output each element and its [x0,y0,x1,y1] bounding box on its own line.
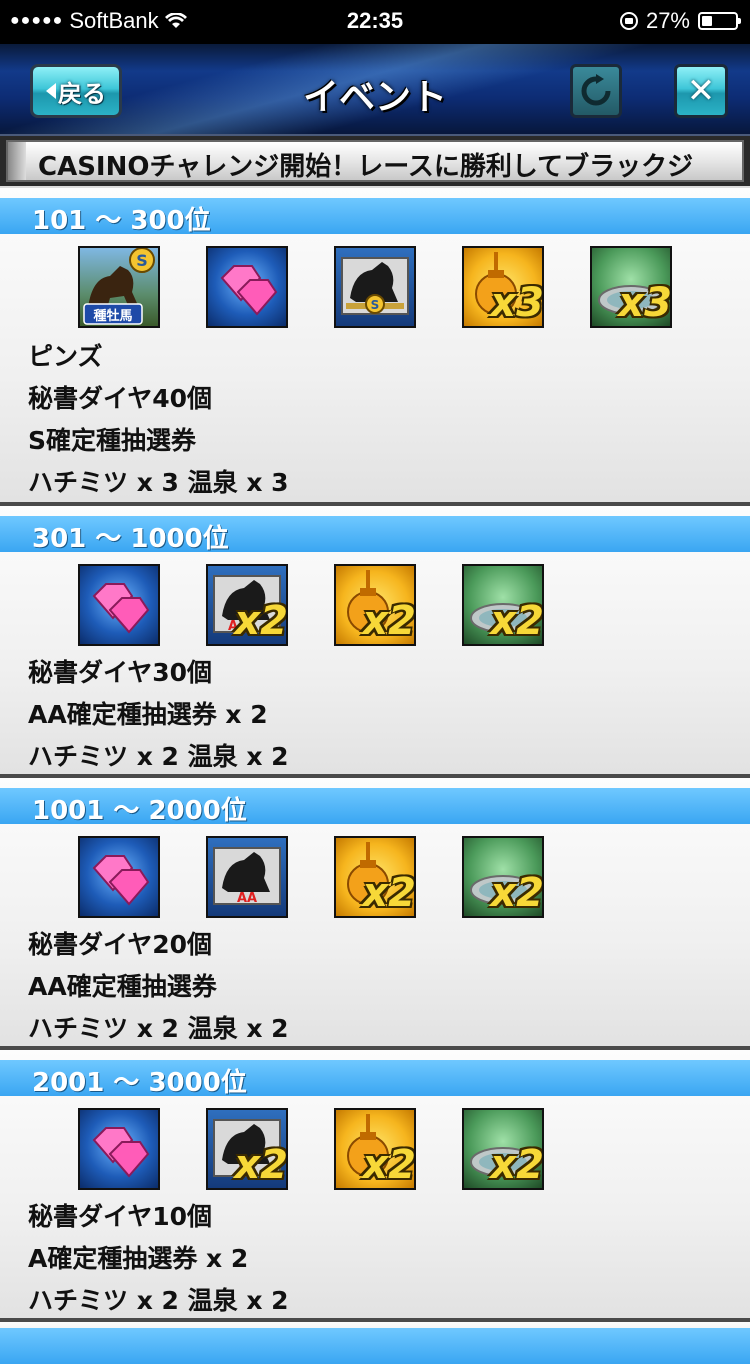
battery-percent: 27% [645,8,690,33]
svg-text:種牡馬: 種牡馬 [93,308,132,324]
tier-header: 301 〜 1000位 [0,516,750,554]
tier-range: 2001 〜 3000位 [32,1068,247,1098]
status-bar: ●●●●● SoftBank 22:35 27% [0,0,750,44]
reward-tier: 101 〜 300位 S 種牡馬 S x3 x3 ピンズ 秘書ダイヤ40個 S確… [0,188,750,506]
reward-item: ハチミツ x 2 温泉 x 2 [28,1286,289,1315]
reward-items: 秘書ダイヤ10個 A確定種抽選券 x 2 ハチミツ x 2 温泉 x 2 [28,1196,289,1322]
reward-tier: 1001 〜 2000位 AA x2 x2 秘書ダイヤ20個 AA確定種抽選券 … [0,778,750,1050]
reward-items: 秘書ダイヤ30個 AA確定種抽選券 x 2 ハチミツ x 2 温泉 x 2 [28,652,289,778]
tier-range: 101 〜 300位 [32,206,211,236]
diamond-icon [78,1108,160,1190]
honey-icon: x2 [334,564,416,646]
reward-items: 秘書ダイヤ20個 AA確定種抽選券 ハチミツ x 2 温泉 x 2 [28,924,289,1050]
svg-text:AA: AA [237,891,257,906]
onsen-multiplier: x2 [490,598,544,644]
diamond-icon [78,836,160,918]
refresh-button[interactable] [570,64,622,118]
reward-item: 秘書ダイヤ20個 [28,930,213,959]
reward-tier: 301 〜 1000位 AA x2 x2 x2 秘書ダイヤ30個 AA確定種抽選… [0,506,750,778]
close-button[interactable]: ✕ [674,64,728,118]
tier-header: 2001 〜 3000位 [0,1060,750,1098]
reward-tier: 2001 〜 3000位 A x2 x2 x2 秘書ダイヤ10個 A確定種抽選券… [0,1050,750,1322]
s-ticket-icon: S [334,246,416,328]
onsen-icon: x3 [590,246,672,328]
tier-header [0,1328,750,1364]
reward-item: ハチミツ x 3 温泉 x 3 [28,468,289,497]
reward-items: ピンズ 秘書ダイヤ40個 S確定種抽選券 ハチミツ x 3 温泉 x 3 [28,336,289,504]
reward-tier-partial [0,1322,750,1364]
tier-header: 101 〜 300位 [0,198,750,236]
svg-text:S: S [136,251,148,270]
honey-multiplier: x2 [362,1142,416,1188]
reward-item: AA確定種抽選券 [28,972,217,1001]
orientation-lock-icon [619,12,638,30]
reward-item: AA確定種抽選券 x 2 [28,700,268,729]
onsen-icon: x2 [462,1108,544,1190]
reward-item: 秘書ダイヤ30個 [28,658,213,687]
header-bar: 戻る イベント ✕ [0,44,750,136]
aa-ticket-icon: AA [206,836,288,918]
reward-item: A確定種抽選券 x 2 [28,1244,249,1273]
onsen-multiplier: x3 [618,280,672,326]
reward-item: 秘書ダイヤ10個 [28,1202,213,1231]
diamond-icon [78,564,160,646]
reward-item: ハチミツ x 2 温泉 x 2 [28,742,289,771]
ticket-multiplier: x2 [234,598,288,644]
onsen-icon: x2 [462,836,544,918]
honey-icon: x2 [334,836,416,918]
reward-item: ハチミツ x 2 温泉 x 2 [28,1014,289,1043]
diamond-icon [206,246,288,328]
page-title: イベント [302,77,447,118]
ticket-multiplier: x2 [234,1142,288,1188]
honey-icon: x3 [462,246,544,328]
tier-range: 1001 〜 2000位 [32,796,247,826]
reward-item: S確定種抽選券 [28,426,197,455]
svg-text:S: S [371,298,380,312]
honey-multiplier: x2 [362,870,416,916]
battery-icon [698,12,741,30]
ticker-text: CASINOチャレンジ開始！レースに勝利してブラックジ [38,152,694,182]
tier-header: 1001 〜 2000位 [0,788,750,826]
reward-item: ピンズ [28,342,103,371]
news-ticker: CASINOチャレンジ開始！レースに勝利してブラックジ [0,136,750,186]
reward-item: 秘書ダイヤ40個 [28,384,213,413]
honey-icon: x2 [334,1108,416,1190]
aa-ticket-icon: AA x2 [206,564,288,646]
stallion-pins-icon: S 種牡馬 [78,246,160,328]
honey-multiplier: x3 [490,280,544,326]
honey-multiplier: x2 [362,598,416,644]
a-ticket-icon: A x2 [206,1108,288,1190]
onsen-multiplier: x2 [490,1142,544,1188]
tier-range: 301 〜 1000位 [32,524,229,554]
onsen-icon: x2 [462,564,544,646]
onsen-multiplier: x2 [490,870,544,916]
refresh-icon [581,74,611,106]
